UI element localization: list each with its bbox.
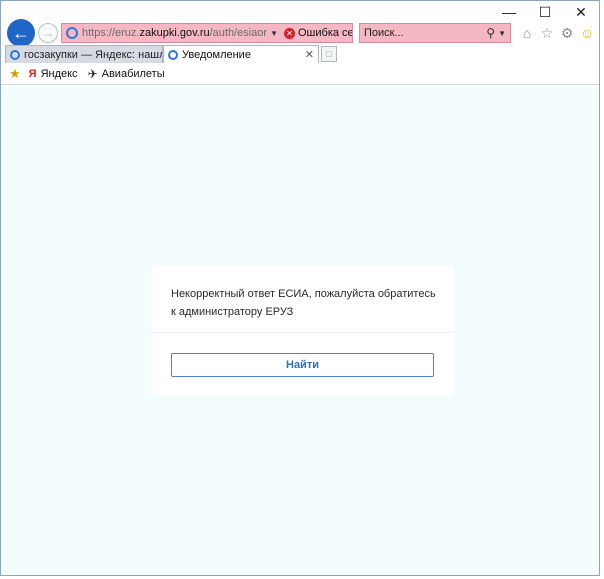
chevron-down-icon[interactable]: ▼ — [270, 29, 278, 38]
favorite-yandex[interactable]: Я Яндекс — [29, 68, 78, 80]
notification-dialog: Некорректный ответ ЕСИА, пожалуйста обра… — [151, 266, 454, 396]
toolbar-icons: ⌂ ☆ ⚙ ☺ — [519, 25, 595, 42]
cert-error-label[interactable]: Ошибка серт... — [298, 27, 352, 39]
search-bar: ⚲ ▼ — [359, 23, 511, 43]
tab-close-icon[interactable]: ✕ — [305, 48, 314, 61]
plane-icon: ✈ — [87, 66, 98, 81]
address-bar[interactable]: https://eruz. zakupki.gov.ru/auth/esiaor … — [61, 23, 353, 43]
browser-window: — ☐ ✕ ← → https://eruz. zakupki.gov.ru/au… — [0, 0, 600, 576]
dialog-divider — [151, 332, 454, 333]
arrow-left-icon: ← — [12, 22, 30, 43]
navigation-bar: ← → https://eruz. zakupki.gov.ru/auth/esi… — [1, 15, 599, 47]
cert-error-icon[interactable]: ✕ — [284, 27, 295, 39]
error-message: Некорректный ответ ЕСИА, пожалуйста обра… — [171, 288, 436, 318]
favorites-bar: ★ Я Яндекс ✈ Авиабилеты — [1, 63, 599, 85]
gear-icon[interactable]: ⚙ — [559, 25, 575, 41]
smiley-icon[interactable]: ☺ — [579, 25, 595, 41]
favorites-star-icon[interactable]: ★ — [9, 66, 21, 82]
home-icon[interactable]: ⌂ — [519, 25, 535, 41]
favorite-label: Авиабилеты — [101, 67, 165, 80]
ie-tab-icon — [10, 49, 20, 60]
tab-yandex-search[interactable]: госзакупки — Яндекс: нашло... — [5, 45, 163, 63]
ie-page-icon — [66, 27, 78, 39]
url-prefix: https://eruz. — [82, 27, 140, 39]
page-content: Некорректный ответ ЕСИА, пожалуйста обра… — [1, 86, 599, 575]
tab-label: госзакупки — Яндекс: нашло... — [24, 48, 163, 61]
new-tab-icon: □ — [326, 49, 332, 59]
tab-label: Уведомление — [182, 48, 251, 61]
back-button[interactable]: ← — [7, 19, 35, 47]
tab-strip: госзакупки — Яндекс: нашло... Уведомлени… — [1, 45, 599, 63]
forward-button[interactable]: → — [38, 23, 58, 43]
url-path: /auth/esiaor — [209, 27, 268, 39]
favorite-aviabilety[interactable]: ✈ Авиабилеты — [88, 67, 165, 81]
url-domain: zakupki.gov.ru — [139, 27, 210, 39]
tab-notification[interactable]: Уведомление ✕ — [163, 45, 319, 63]
new-tab-button[interactable]: □ — [321, 46, 337, 62]
arrow-right-icon: → — [42, 26, 54, 40]
search-input[interactable] — [364, 27, 482, 39]
find-button[interactable]: Найти — [171, 353, 434, 377]
search-icon[interactable]: ⚲ — [486, 26, 495, 40]
favorite-label: Яндекс — [40, 67, 78, 80]
ie-tab-icon — [168, 49, 178, 60]
yandex-icon: Я — [28, 67, 37, 80]
star-icon[interactable]: ☆ — [539, 25, 555, 41]
search-dropdown-icon[interactable]: ▼ — [498, 29, 506, 38]
